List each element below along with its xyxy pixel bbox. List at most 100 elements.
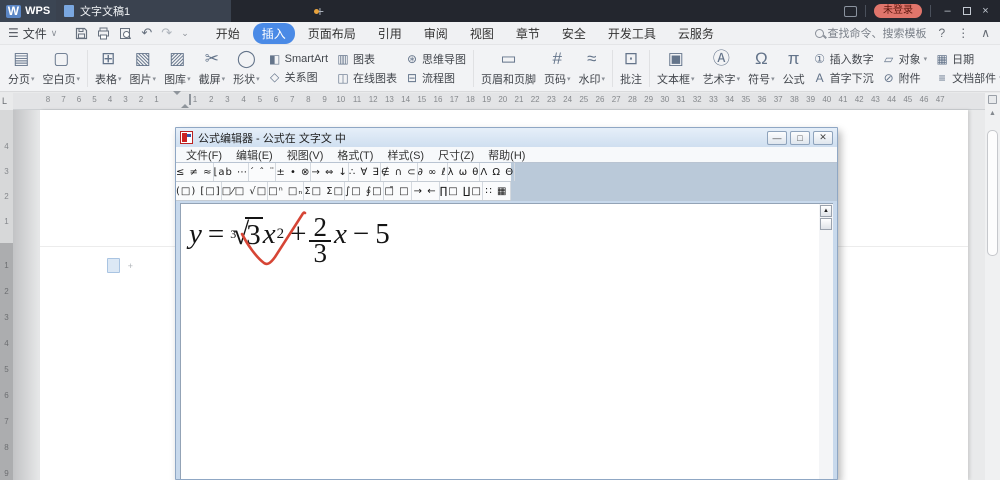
template-palette-3[interactable]: □ⁿ □ₙ xyxy=(268,182,305,200)
tab-页面布局[interactable]: 页面布局 xyxy=(299,23,365,44)
dialog-scrollbar-thumb[interactable] xyxy=(820,218,832,230)
template-palette-5[interactable]: ∫□ ∮□ xyxy=(345,182,384,200)
ribbon-item-formula[interactable]: π 公式 xyxy=(779,47,809,90)
symbol-palette-1[interactable]: ≤ ≠ ≈ xyxy=(176,163,214,181)
ribbon-item-symbol[interactable]: Ω 符号 ▾ xyxy=(744,47,779,90)
tab-视图[interactable]: 视图 xyxy=(461,23,503,44)
symbol-palette-4[interactable]: ± • ⊗ xyxy=(276,163,312,181)
ribbon-item-watermark[interactable]: ≈ 水印 ▾ xyxy=(575,47,610,90)
symbol-palette-10[interactable]: Λ Ω Θ xyxy=(480,163,516,181)
ribbon-item-blankpage[interactable]: ▢ 空白页 ▾ xyxy=(39,47,85,90)
tab-章节[interactable]: 章节 xyxy=(507,23,549,44)
help-button[interactable]: ? xyxy=(939,26,946,40)
template-palette-2[interactable]: □⁄□ √□ xyxy=(222,182,269,200)
dialog-menu-E[interactable]: 编辑(E) xyxy=(236,147,273,163)
symbol-palette-2[interactable]: ⌊ab ⋯ xyxy=(214,163,250,181)
ribbon-item-screenshot[interactable]: ✂ 截屏 ▾ xyxy=(195,47,230,90)
document-tab[interactable]: 文字文稿1 xyxy=(56,0,319,22)
ribbon-toolbar: ▤ 分页 ▾ ▢ 空白页 ▾ ⊞ 表格 ▾ ▧ 图片 ▾ ▨ 图库 ▾ ✂ 截屏 ▾ ◯ 形状 ▾ ◧ SmartArt ◇ 关… xyxy=(0,45,1000,92)
print-preview-button[interactable] xyxy=(119,27,132,40)
symbol-palette-9[interactable]: λ ω θ xyxy=(448,163,481,181)
tab-安全[interactable]: 安全 xyxy=(553,23,595,44)
template-palette-4[interactable]: Σ□ Σ□ xyxy=(304,182,346,200)
tab-开发工具[interactable]: 开发工具 xyxy=(599,23,665,44)
symbol-palette-8[interactable]: ∂ ∞ ℓ xyxy=(418,163,448,181)
print-button[interactable] xyxy=(97,27,110,40)
ruler-toggle-icon[interactable] xyxy=(988,95,997,104)
ribbon-item-date[interactable]: ▦ 日期 xyxy=(935,51,1000,67)
qat-more-button[interactable]: ⌄ xyxy=(181,28,189,39)
ribbon-item-insertnum[interactable]: ① 插入数字 xyxy=(813,51,873,67)
tabstop-icon[interactable]: L xyxy=(2,96,7,106)
tab-引用[interactable]: 引用 xyxy=(369,23,411,44)
ribbon-item-comment[interactable]: ⊡ 批注 xyxy=(616,47,646,90)
dialog-menu-H[interactable]: 帮助(H) xyxy=(488,147,525,163)
dialog-minimize-button[interactable]: — xyxy=(767,130,787,145)
symbol-palette-7[interactable]: ∉ ∩ ⊂ xyxy=(381,163,418,181)
main-scrollbar-thumb[interactable] xyxy=(987,130,998,256)
minimize-button[interactable]: – xyxy=(939,3,956,19)
dialog-menu-S[interactable]: 样式(S) xyxy=(387,147,424,163)
dialog-close-button[interactable]: ✕ xyxy=(813,130,833,145)
indent-marker[interactable] xyxy=(173,91,191,108)
tab-审阅[interactable]: 审阅 xyxy=(415,23,457,44)
dialog-menu-Z[interactable]: 尺寸(Z) xyxy=(438,147,474,163)
ribbon-item-docpart[interactable]: ≡文档部件▾ xyxy=(935,70,1000,86)
symbol-palette-3[interactable]: ´ ˆ ¨ xyxy=(249,163,277,181)
search-command-box[interactable]: 查找命令、搜索模板 xyxy=(814,25,927,41)
template-palette-1[interactable]: (□) [□] xyxy=(176,182,222,200)
dialog-menu-V[interactable]: 视图(V) xyxy=(287,147,324,163)
more-options-button[interactable]: ⋮ xyxy=(957,26,969,40)
collapse-ribbon-button[interactable]: ∧ xyxy=(981,26,990,40)
ribbon-item-chart[interactable]: ▥ 图表 xyxy=(336,51,397,67)
tab-开始[interactable]: 开始 xyxy=(207,23,249,44)
template-palette-7[interactable]: → ← xyxy=(412,182,440,200)
ribbon-item-object[interactable]: ▱ 对象 ▾ xyxy=(882,51,927,67)
symbol-palette-5[interactable]: → ⇔ ↓ xyxy=(311,163,349,181)
undo-button[interactable]: ↶ xyxy=(141,25,152,41)
scroll-up-icon[interactable]: ▲ xyxy=(985,110,1000,117)
ribbon-item-flowchart[interactable]: ⊟ 流程图 xyxy=(405,70,466,86)
login-badge[interactable]: 未登录 xyxy=(874,4,922,18)
ribbon-item-relation[interactable]: ◇ 关系图 xyxy=(268,69,328,85)
horizontal-ruler[interactable]: L 8 7 6 5 4 3 2 1 1 2 3 4 5 6 7 8 9 10 11 12 13 14 15 16 17 18 19 2… xyxy=(2,91,985,110)
vertical-ruler[interactable]: 1 2 3 4 5 6 7 8 9 4 3 2 1 xyxy=(0,110,13,480)
tab-插入[interactable]: 插入 xyxy=(252,22,295,44)
dialog-menu-T[interactable]: 格式(T) xyxy=(337,147,373,163)
template-palette-6[interactable]: □̄ □ xyxy=(384,182,412,200)
save-button[interactable] xyxy=(75,27,88,40)
dialog-title-bar[interactable]: 公式编辑器 - 公式在 文字文 中 — □ ✕ xyxy=(176,128,837,147)
tab-云服务[interactable]: 云服务 xyxy=(669,23,723,44)
ribbon-item-pagenum[interactable]: # 页码 ▾ xyxy=(540,47,575,90)
symbol-palette-6[interactable]: ∴ ∀ ∃ xyxy=(349,163,381,181)
ribbon-item-attach[interactable]: ⊘ 附件 xyxy=(882,70,928,86)
ribbon-item-picture[interactable]: ▧ 图片 ▾ xyxy=(126,47,161,90)
template-palette-8[interactable]: ∏□ ∐□ xyxy=(440,182,483,200)
ribbon-item-table[interactable]: ⊞ 表格 ▾ xyxy=(91,47,126,90)
ribbon-item-wordart[interactable]: Ⓐ 艺术字 ▾ xyxy=(699,47,745,90)
ribbon-item-gallery[interactable]: ▨ 图库 ▾ xyxy=(160,47,195,90)
dialog-scroll-up-icon[interactable]: ▲ xyxy=(820,205,832,217)
ribbon-item-mindmap[interactable]: ⊛ 思维导图 xyxy=(405,51,466,67)
redo-button[interactable]: ↷ xyxy=(161,25,172,41)
ribbon-item-onlinechart[interactable]: ◫ 在线图表 xyxy=(336,70,397,86)
ribbon-item-headerfooter[interactable]: ▭ 页眉和页脚 xyxy=(477,47,540,90)
dialog-menu-F[interactable]: 文件(F) xyxy=(186,147,222,163)
device-sync-icon[interactable] xyxy=(844,5,857,17)
close-button[interactable]: × xyxy=(977,3,994,19)
dialog-maximize-button[interactable]: □ xyxy=(790,130,810,145)
ribbon-item-textbox[interactable]: ▣ 文本框 ▾ xyxy=(653,47,699,90)
template-palette-9[interactable]: ∷ ▦ xyxy=(483,182,511,200)
insert-helper-icon[interactable] xyxy=(107,258,133,273)
dialog-scrollbar[interactable]: ▲ xyxy=(819,203,833,479)
ribbon-item-shapes[interactable]: ◯ 形状 ▾ xyxy=(229,47,264,90)
maximize-button[interactable] xyxy=(958,3,975,19)
equation-canvas[interactable]: y = 3 √ 3 x 2 + 2 3 x − 5 xyxy=(180,203,819,479)
ribbon-item-smartart[interactable]: ◧ SmartArt xyxy=(268,52,328,66)
file-menu-button[interactable]: ☰ 文件 ∨ xyxy=(0,25,65,42)
wps-logo[interactable]: W WPS xyxy=(0,0,56,22)
new-tab-button[interactable]: + xyxy=(307,0,333,22)
ribbon-item-dropcap[interactable]: A 首字下沉 xyxy=(813,70,874,86)
main-scrollbar[interactable]: ▲ xyxy=(985,93,1000,480)
ribbon-item-pagebreak[interactable]: ▤ 分页 ▾ xyxy=(4,47,39,90)
